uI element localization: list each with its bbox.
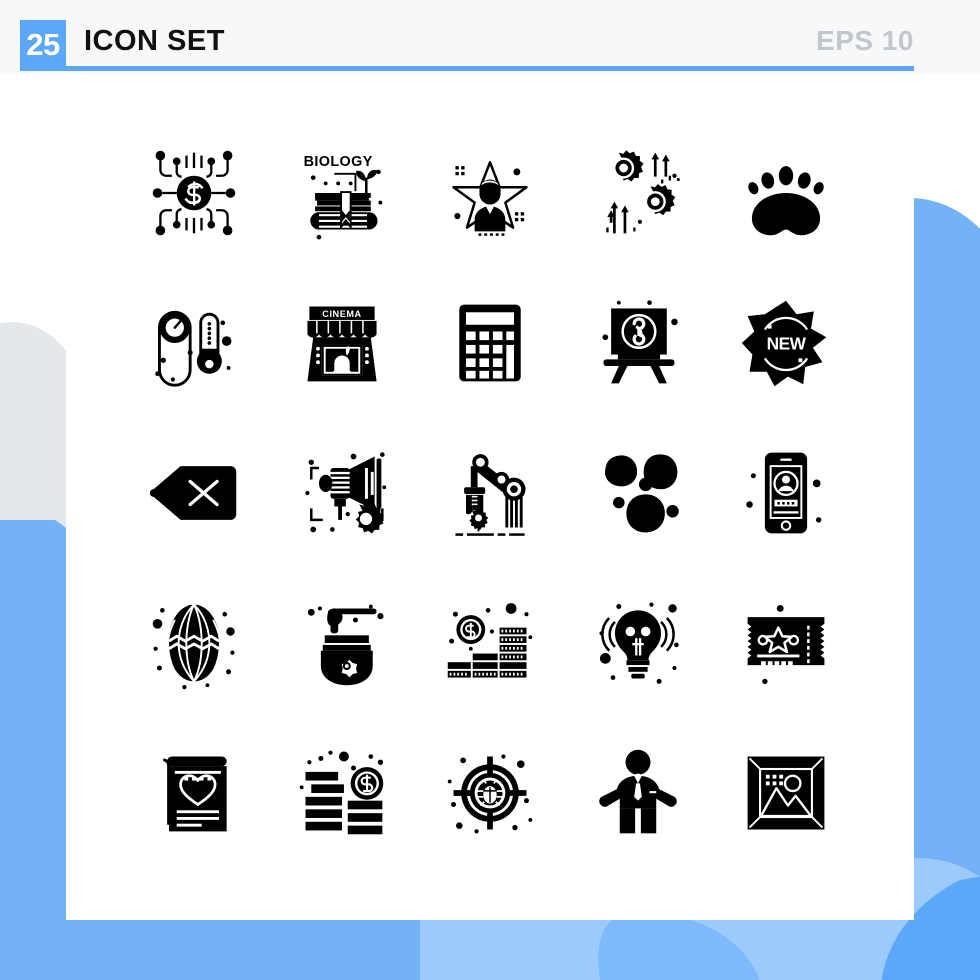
icon-cell-24[interactable] bbox=[564, 718, 712, 868]
megaphone-gear-marketing-icon bbox=[305, 452, 387, 534]
icon-cell-9[interactable] bbox=[564, 268, 712, 418]
icon-cell-23[interactable] bbox=[416, 718, 564, 868]
animal-paw-print-icon bbox=[748, 166, 824, 236]
icon-cell-10[interactable]: NEW bbox=[712, 268, 860, 418]
icon-cell-6[interactable] bbox=[120, 268, 268, 418]
easel-artboard-icon bbox=[602, 300, 678, 384]
coin-stacks-dollar-icon bbox=[447, 603, 533, 678]
lightbulb-signal-idea-icon bbox=[599, 602, 679, 684]
svg-text:NEW: NEW bbox=[767, 334, 807, 354]
money-coin-stacks-icon bbox=[299, 750, 384, 835]
icon-cell-18[interactable] bbox=[416, 568, 564, 718]
love-letter-heart-icon bbox=[163, 756, 227, 832]
icon-cell-7[interactable]: CINEMA bbox=[268, 268, 416, 418]
decorated-egg-icon bbox=[152, 603, 235, 690]
page-title: ICON SET bbox=[84, 25, 225, 57]
icon-cell-20[interactable] bbox=[712, 568, 860, 718]
icon-cell-8[interactable] bbox=[416, 268, 564, 418]
bug-target-debug-icon bbox=[447, 754, 533, 834]
biology-book-icon: BIOLOGY bbox=[304, 154, 383, 240]
icon-cell-12[interactable] bbox=[268, 418, 416, 568]
icon-grid: BIOLOGY CINEMA NEW bbox=[120, 118, 860, 878]
robotic-arm-icon bbox=[455, 454, 526, 536]
honey-jar-dipper-icon bbox=[307, 604, 384, 686]
icon-cell-15[interactable] bbox=[712, 418, 860, 568]
icon-cell-21[interactable] bbox=[120, 718, 268, 868]
icon-count-badge: 25 bbox=[20, 20, 66, 70]
icon-cell-3[interactable] bbox=[416, 118, 564, 268]
icon-cell-16[interactable] bbox=[120, 568, 268, 718]
icon-cell-13[interactable] bbox=[416, 418, 564, 568]
abstract-blobs-icon bbox=[604, 454, 679, 533]
star-ticket-icon bbox=[747, 604, 825, 685]
icon-cell-11[interactable] bbox=[120, 418, 268, 568]
icon-cell-4[interactable] bbox=[564, 118, 712, 268]
icon-cell-1[interactable] bbox=[120, 118, 268, 268]
svg-text:CINEMA: CINEMA bbox=[322, 309, 361, 319]
icon-set-poster: 25 ICON SET EPS 10 BIOLOGY CINEMA NEW bbox=[0, 0, 980, 980]
icon-cell-2[interactable]: BIOLOGY bbox=[268, 118, 416, 268]
icon-cell-25[interactable] bbox=[712, 718, 860, 868]
cinema-theater-icon: CINEMA bbox=[307, 306, 377, 382]
mobile-login-icon bbox=[746, 452, 822, 534]
backspace-delete-key-icon bbox=[149, 466, 237, 520]
svg-text:BIOLOGY: BIOLOGY bbox=[304, 154, 373, 170]
icon-cell-5[interactable] bbox=[712, 118, 860, 268]
header-divider bbox=[20, 66, 914, 71]
icon-cell-22[interactable] bbox=[268, 718, 416, 868]
icon-cell-19[interactable] bbox=[564, 568, 712, 718]
new-badge-starburst-icon: NEW bbox=[741, 300, 827, 387]
icon-cell-17[interactable] bbox=[268, 568, 416, 718]
gears-arrows-productivity-icon bbox=[606, 150, 680, 234]
eps-version-label: EPS 10 bbox=[816, 25, 914, 56]
calculator-icon bbox=[459, 304, 521, 382]
businessman-figure-icon bbox=[599, 749, 677, 834]
thermometer-temperature-icon bbox=[155, 310, 232, 387]
icon-cell-14[interactable] bbox=[564, 418, 712, 568]
framed-picture-icon bbox=[747, 756, 825, 830]
fintech-dollar-circuit-icon bbox=[152, 150, 236, 236]
star-celebrity-person-icon bbox=[452, 161, 528, 236]
